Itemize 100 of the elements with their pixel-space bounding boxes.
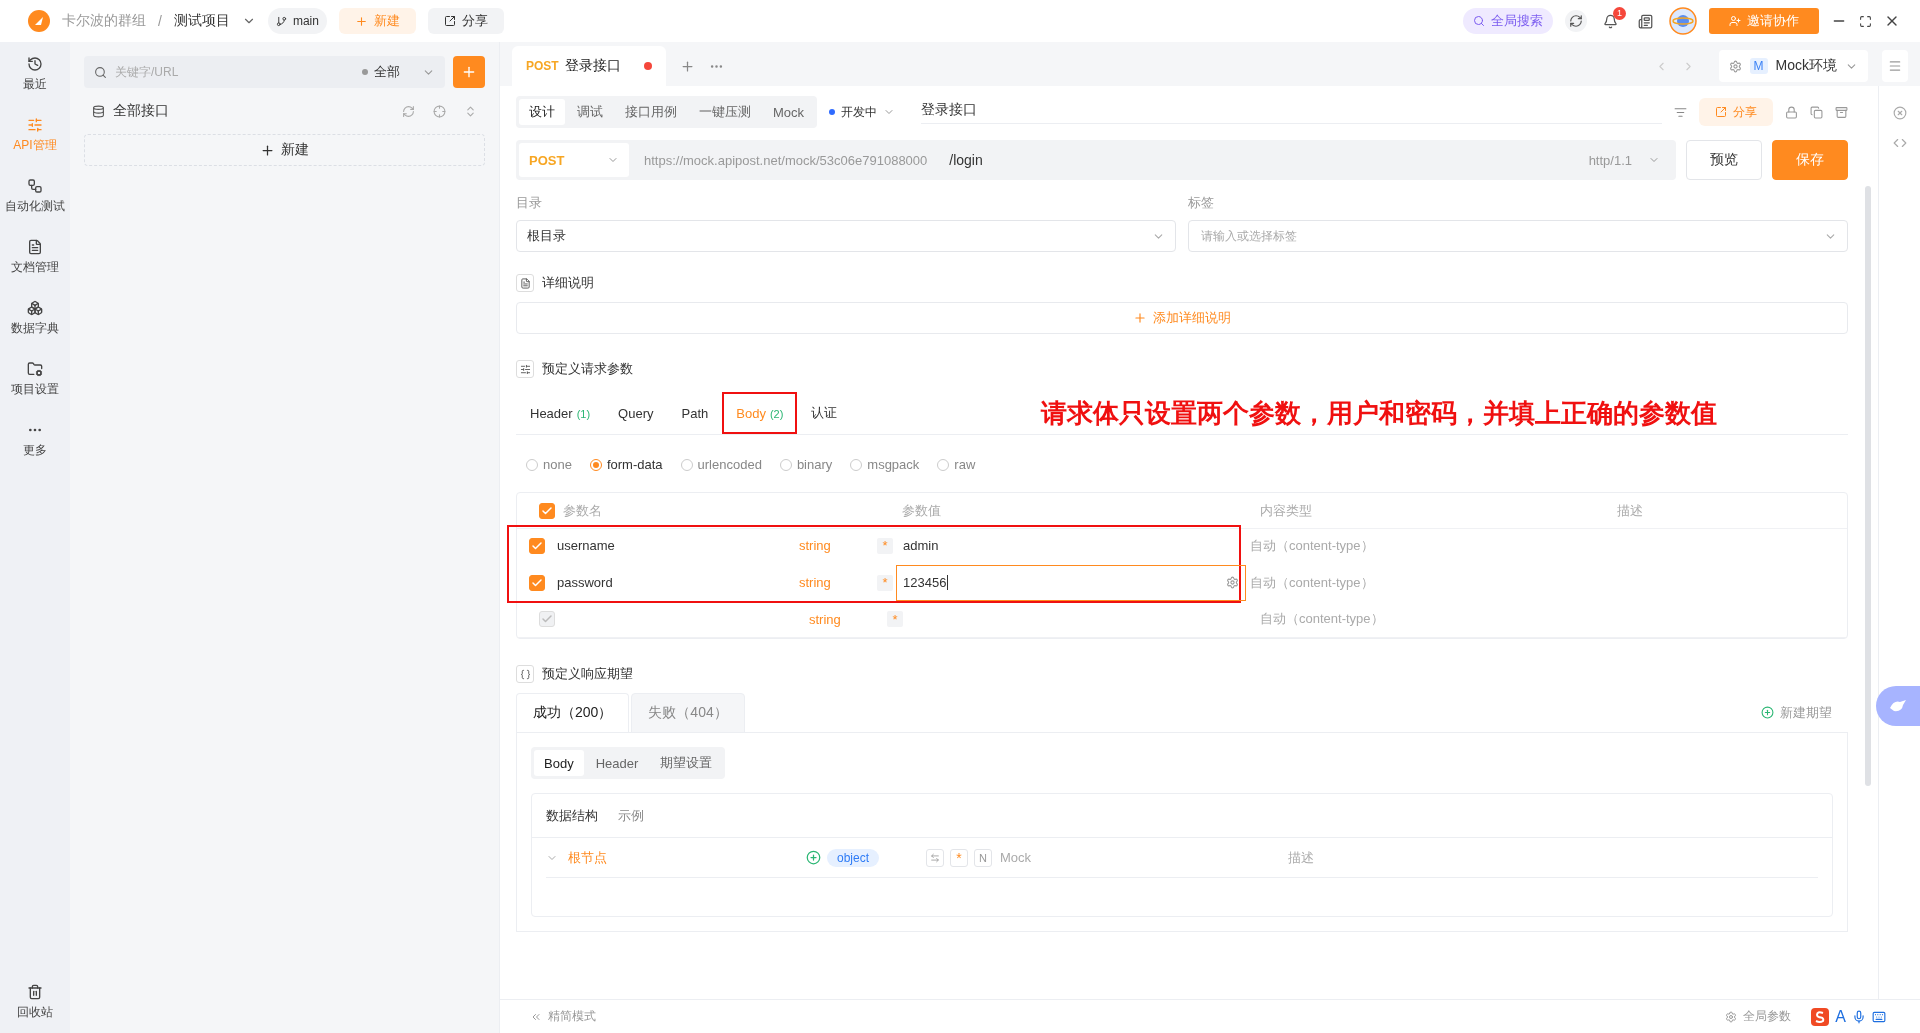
ime-mode-letter: A xyxy=(1835,1007,1846,1026)
nav-item[interactable]: 最近 xyxy=(23,56,47,93)
path-field[interactable]: /login xyxy=(949,152,1589,168)
check-icon xyxy=(531,576,543,589)
tree-root-item[interactable]: 全部接口 xyxy=(113,102,169,120)
view-tab[interactable]: 示例 xyxy=(618,806,644,825)
code-icon[interactable] xyxy=(1892,136,1907,150)
gear-icon xyxy=(1226,576,1239,589)
plus-icon xyxy=(461,64,477,80)
nav-item[interactable]: 数据字典 xyxy=(11,300,59,337)
plus-icon xyxy=(354,14,368,28)
trash-icon xyxy=(27,984,43,1000)
annotation-text: 请求体只设置两个参数，用户和密码，并填上正确的参数值 xyxy=(1041,396,1718,430)
param-value-field[interactable]: admin xyxy=(896,527,1246,564)
add-button[interactable] xyxy=(453,56,485,88)
directory-select[interactable]: 根目录 xyxy=(516,220,1176,252)
param-tab[interactable]: 认证 xyxy=(797,392,852,434)
status-select[interactable]: 开发中 xyxy=(829,103,896,121)
add-tab-icon[interactable] xyxy=(680,58,695,74)
param-tab[interactable]: Header (1) xyxy=(516,392,605,434)
circles-icon xyxy=(27,300,43,316)
lock-icon[interactable] xyxy=(1785,105,1798,119)
workflow-icon xyxy=(27,178,43,194)
section-title: 预定义请求参数 xyxy=(542,360,633,378)
type-tag[interactable]: object xyxy=(827,848,880,867)
nav-item[interactable]: 更多 xyxy=(23,422,47,459)
search-icon xyxy=(94,65,107,79)
description-field[interactable]: 描述 xyxy=(1286,849,1818,866)
sliders-icon xyxy=(27,117,43,133)
response-sub-tab[interactable]: Body xyxy=(534,750,584,776)
plus-icon xyxy=(1133,311,1147,325)
folder-gear-icon xyxy=(27,361,43,377)
param-value-field[interactable]: 123456 xyxy=(896,564,1246,601)
body-type-radio[interactable]: msgpack xyxy=(850,457,920,472)
response-tab[interactable]: 成功（200） xyxy=(516,693,630,733)
refresh-icon[interactable] xyxy=(402,104,415,118)
param-tab[interactable]: Path xyxy=(667,392,723,434)
response-sub-tab[interactable]: 期望设置 xyxy=(650,750,723,776)
nav-item[interactable]: 文档管理 xyxy=(11,239,59,276)
row-checkbox[interactable] xyxy=(529,574,545,591)
maximize-icon[interactable] xyxy=(1859,14,1872,28)
mode-tab[interactable]: 设计 xyxy=(519,99,565,125)
archive-icon[interactable] xyxy=(1835,105,1848,119)
avatar[interactable] xyxy=(1669,7,1697,35)
refresh-button[interactable] xyxy=(1565,10,1587,32)
keyboard-icon[interactable] xyxy=(1872,1009,1886,1024)
add-child-icon[interactable] xyxy=(806,850,821,865)
view-tab[interactable]: 数据结构 xyxy=(546,806,598,825)
required-mark: * xyxy=(877,574,893,591)
tags-select[interactable]: 请输入或选择标签 xyxy=(1188,220,1848,252)
response-sub-tab[interactable]: Header xyxy=(585,750,649,776)
body-type-radio[interactable]: binary xyxy=(779,457,833,472)
mode-tab[interactable]: Mock xyxy=(763,99,815,125)
tags-field[interactable]: 请输入或选择标签 xyxy=(1199,228,1824,244)
mode-tab[interactable]: 一键压测 xyxy=(689,99,761,125)
search-icon xyxy=(1473,15,1485,27)
menu-button[interactable] xyxy=(1882,50,1908,82)
check-icon xyxy=(531,539,543,552)
mode-tab[interactable]: 接口用例 xyxy=(615,99,687,125)
bell-icon xyxy=(1603,13,1618,29)
branch-button[interactable]: main xyxy=(267,8,327,34)
trash-nav-item[interactable]: 回收站 xyxy=(17,984,53,1021)
menu-icon xyxy=(1888,59,1902,73)
global-search-button[interactable]: 全局搜索 xyxy=(1463,8,1553,34)
body-type-radio[interactable]: urlencoded xyxy=(680,457,762,472)
check-icon xyxy=(541,504,553,517)
api-tab[interactable]: POST 登录接口 xyxy=(512,46,666,86)
param-name: password xyxy=(557,575,613,590)
preview-button[interactable]: 预览 xyxy=(1686,140,1762,180)
assistant-bubble[interactable] xyxy=(1876,686,1920,726)
mode-tab[interactable]: 调试 xyxy=(567,99,613,125)
body-type-radio[interactable]: raw xyxy=(937,457,976,472)
filter-select[interactable]: 全部 xyxy=(362,63,435,81)
environment-select[interactable]: M Mock环境 xyxy=(1718,50,1868,82)
section-title: 详细说明 xyxy=(542,274,594,292)
collapse-icon[interactable] xyxy=(464,104,477,118)
row-checkbox[interactable] xyxy=(529,537,545,554)
node-name: 根节点 xyxy=(568,848,607,867)
mock-field[interactable]: Mock xyxy=(998,849,1198,866)
search-bar[interactable]: 关键字/URL 全部 xyxy=(84,56,445,88)
nav-item[interactable]: 项目设置 xyxy=(11,361,59,398)
document-icon xyxy=(516,274,534,292)
refresh-icon xyxy=(1569,14,1583,28)
search-field[interactable]: 关键字/URL xyxy=(113,64,356,80)
settings-button[interactable] xyxy=(926,848,944,867)
user-plus-icon xyxy=(1729,15,1741,27)
sliders-icon xyxy=(516,360,534,378)
select-all-checkbox[interactable] xyxy=(539,502,555,519)
circle-icon[interactable] xyxy=(1892,106,1907,120)
param-tab[interactable]: Query xyxy=(604,392,668,434)
locate-icon[interactable] xyxy=(433,104,446,118)
nav-item[interactable]: 自动化测试 xyxy=(5,178,65,215)
body-type-radio[interactable]: none xyxy=(526,457,572,472)
copy-icon[interactable] xyxy=(1810,105,1823,119)
body-type-radio[interactable]: form-data xyxy=(589,457,663,472)
share-button[interactable]: 分享 xyxy=(427,8,504,34)
project-link[interactable]: 测试项目 xyxy=(173,12,230,30)
new-api-button[interactable]: 新建 xyxy=(84,134,485,166)
column-header: 参数名 xyxy=(563,501,602,520)
mic-icon[interactable] xyxy=(1852,1009,1866,1024)
